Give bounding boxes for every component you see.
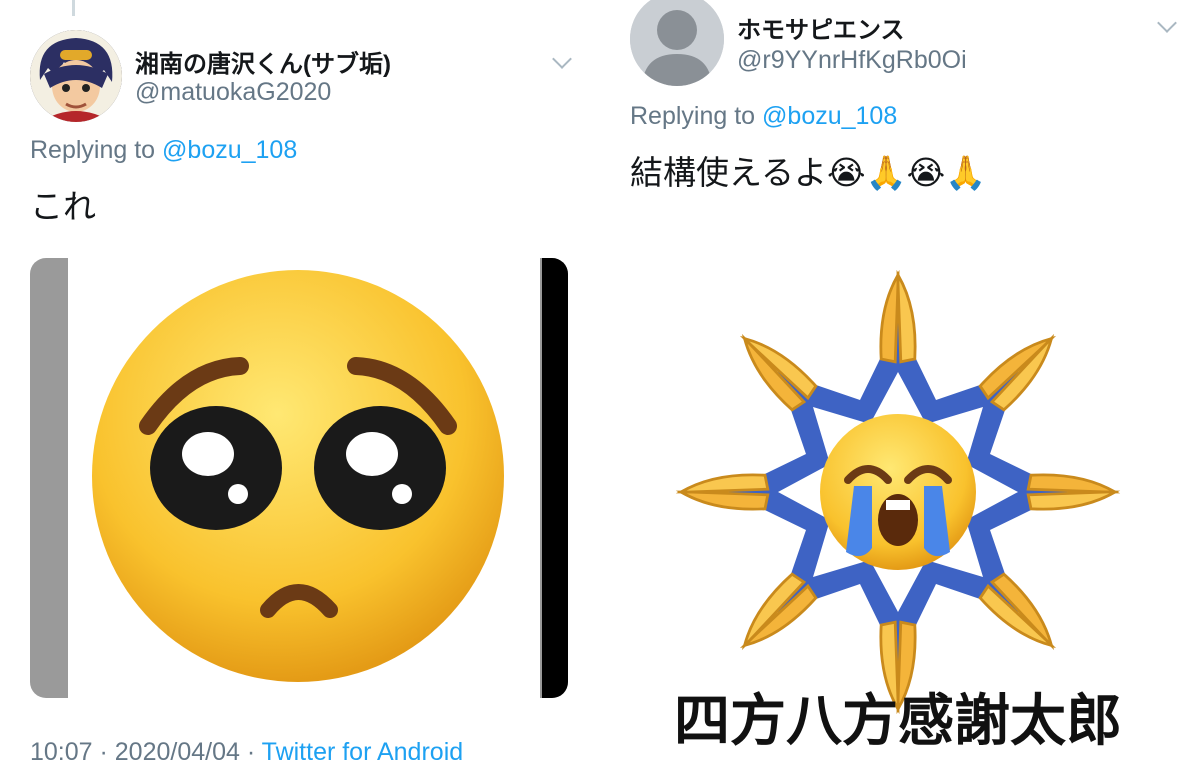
thanks-emblem-image: 四方八方感謝太郎 xyxy=(674,273,1122,754)
display-name[interactable]: ホモサピエンス xyxy=(737,10,905,45)
user-handle[interactable]: @r9YYnrHfKgRb0Oi xyxy=(737,46,967,75)
tweet-footer: 10:07 · 2020/04/04 · Twitter for Android xyxy=(30,738,463,767)
display-name[interactable]: 湘南の唐沢くん(サブ垢) xyxy=(135,44,391,79)
chevron-down-icon[interactable] xyxy=(1157,13,1177,33)
replying-to-label: Replying to xyxy=(30,136,156,164)
reply-mention-link[interactable]: @bozu_108 xyxy=(162,136,297,164)
tweet-text: これ xyxy=(30,187,96,226)
replying-to-line: Replying to @bozu_108 xyxy=(630,102,897,131)
avatar[interactable] xyxy=(630,0,724,86)
tweet-text: 結構使えるよ😭🙏😭🙏 xyxy=(630,153,987,192)
thread-connector-line xyxy=(72,0,75,16)
user-handle[interactable]: @matuokaG2020 xyxy=(135,78,331,107)
reply-mention-link[interactable]: @bozu_108 xyxy=(762,102,897,130)
pleading-face-emoji xyxy=(92,270,504,682)
tweet-image[interactable] xyxy=(30,258,568,698)
image-edge-bar xyxy=(542,258,568,698)
replying-to-line: Replying to @bozu_108 xyxy=(30,136,297,165)
timestamp[interactable]: 10:07 · 2020/04/04 · xyxy=(30,738,262,766)
chevron-down-icon[interactable] xyxy=(552,49,572,69)
image-caption: 四方八方感謝太郎 xyxy=(674,688,1122,754)
replying-to-label: Replying to xyxy=(630,102,756,130)
source-link[interactable]: Twitter for Android xyxy=(262,738,463,766)
emoji-image-frame xyxy=(68,258,540,698)
tweet-image[interactable]: 四方八方感謝太郎 xyxy=(628,230,1168,778)
avatar[interactable] xyxy=(30,30,122,122)
